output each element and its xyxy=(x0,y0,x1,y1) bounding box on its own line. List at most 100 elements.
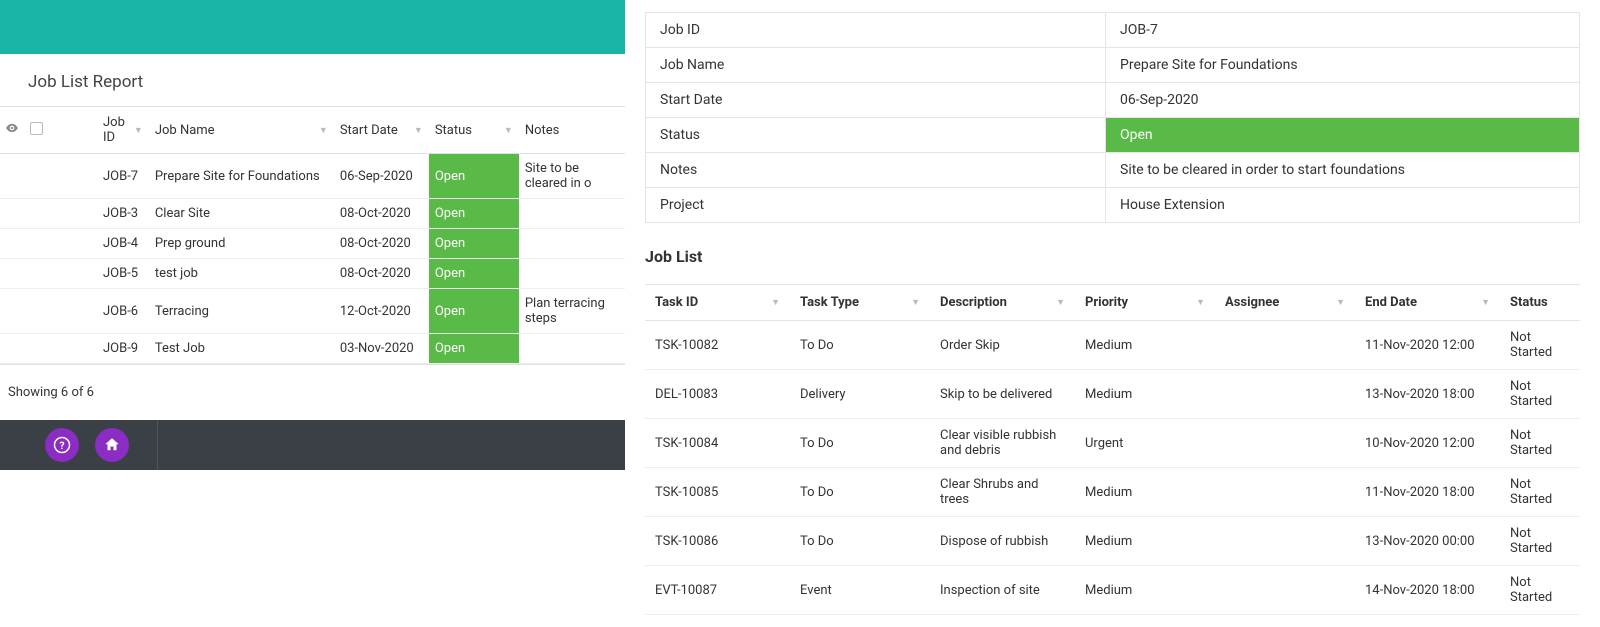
column-header-task-type[interactable]: Task Type▼ xyxy=(790,285,930,321)
sort-arrow-icon: ▼ xyxy=(414,125,423,136)
table-row[interactable]: JOB-4Prep ground08-Oct-2020Open xyxy=(0,229,625,259)
checkbox-cell[interactable] xyxy=(24,229,48,259)
detail-label: Project xyxy=(646,188,1106,223)
detail-label: Notes xyxy=(646,153,1106,188)
column-header-end-date[interactable]: End Date▼ xyxy=(1355,285,1500,321)
detail-row-notes: Notes Site to be cleared in order to sta… xyxy=(646,153,1580,188)
cell-description: Dispose of rubbish xyxy=(930,517,1075,566)
cell-status: Not Started xyxy=(1500,370,1580,419)
cell-description: Inspection of site xyxy=(930,566,1075,615)
table-row[interactable]: JOB-3Clear Site08-Oct-2020Open xyxy=(0,199,625,229)
detail-value-status: Open xyxy=(1106,118,1580,153)
column-header-task-id[interactable]: Task ID▼ xyxy=(645,285,790,321)
table-row[interactable]: TSK-10086To DoDispose of rubbishMedium13… xyxy=(645,517,1580,566)
cell-job-name: Test Job xyxy=(149,334,334,364)
table-row[interactable]: JOB-5test job08-Oct-2020Open xyxy=(0,259,625,289)
detail-value: Prepare Site for Foundations xyxy=(1106,48,1580,83)
column-header-job-id[interactable]: Job ID▼ xyxy=(48,107,149,154)
cell-task-id: TSK-10086 xyxy=(645,517,790,566)
checkbox-cell[interactable] xyxy=(24,199,48,229)
eye-cell[interactable] xyxy=(0,334,24,364)
table-row[interactable]: TSK-10082To DoOrder SkipMedium11-Nov-202… xyxy=(645,321,1580,370)
record-count: Showing 6 of 6 xyxy=(0,364,625,420)
table-row[interactable]: JOB-6Terracing12-Oct-2020OpenPlan terrac… xyxy=(0,289,625,334)
cell-status: Open xyxy=(429,289,519,334)
table-row[interactable]: TSK-10084To DoClear visible rubbish and … xyxy=(645,419,1580,468)
cell-priority: Medium xyxy=(1075,517,1215,566)
table-row[interactable]: DEL-10083DeliverySkip to be deliveredMed… xyxy=(645,370,1580,419)
help-button[interactable]: ? xyxy=(45,428,79,462)
eye-icon xyxy=(5,121,19,135)
eye-cell[interactable] xyxy=(0,199,24,229)
checkbox-cell[interactable] xyxy=(24,154,48,199)
job-detail-table: Job ID JOB-7 Job Name Prepare Site for F… xyxy=(645,12,1580,223)
svg-text:?: ? xyxy=(59,439,64,452)
checkbox-cell[interactable] xyxy=(24,259,48,289)
cell-assignee xyxy=(1215,566,1355,615)
column-header-assignee[interactable]: Assignee▼ xyxy=(1215,285,1355,321)
eye-column-header[interactable] xyxy=(0,107,24,154)
detail-row-start-date: Start Date 06-Sep-2020 xyxy=(646,83,1580,118)
cell-status: Not Started xyxy=(1500,419,1580,468)
eye-cell[interactable] xyxy=(0,259,24,289)
checkbox-cell[interactable] xyxy=(24,289,48,334)
cell-job-id: JOB-7 xyxy=(48,154,149,199)
cell-job-name: Clear Site xyxy=(149,199,334,229)
sort-arrow-icon: ▼ xyxy=(771,297,780,308)
cell-description: Clear Shrubs and trees xyxy=(930,468,1075,517)
detail-label: Start Date xyxy=(646,83,1106,118)
detail-value: House Extension xyxy=(1106,188,1580,223)
sort-arrow-icon: ▼ xyxy=(504,125,513,136)
eye-cell[interactable] xyxy=(0,154,24,199)
cell-description: Clear visible rubbish and debris xyxy=(930,419,1075,468)
cell-assignee xyxy=(1215,468,1355,517)
column-header-notes[interactable]: Notes xyxy=(519,107,625,154)
sort-arrow-icon: ▼ xyxy=(1056,297,1065,308)
cell-status: Open xyxy=(429,259,519,289)
cell-task-type: To Do xyxy=(790,321,930,370)
home-button[interactable] xyxy=(95,428,129,462)
cell-status: Not Started xyxy=(1500,468,1580,517)
table-row[interactable]: EVT-10087EventInspection of siteMedium14… xyxy=(645,566,1580,615)
cell-job-id: JOB-6 xyxy=(48,289,149,334)
cell-start-date: 08-Oct-2020 xyxy=(334,259,429,289)
select-all-checkbox[interactable] xyxy=(30,122,43,135)
eye-cell[interactable] xyxy=(0,229,24,259)
checkbox-cell[interactable] xyxy=(24,334,48,364)
cell-priority: Medium xyxy=(1075,370,1215,419)
cell-status: Open xyxy=(429,199,519,229)
column-header-start-date[interactable]: Start Date▼ xyxy=(334,107,429,154)
cell-end-date: 13-Nov-2020 18:00 xyxy=(1355,370,1500,419)
checkbox-column-header[interactable] xyxy=(24,107,48,154)
detail-label: Status xyxy=(646,118,1106,153)
cell-task-type: To Do xyxy=(790,468,930,517)
cell-job-id: JOB-5 xyxy=(48,259,149,289)
question-icon: ? xyxy=(53,436,71,454)
column-header-status[interactable]: Status▼ xyxy=(429,107,519,154)
column-header-job-name[interactable]: Job Name▼ xyxy=(149,107,334,154)
cell-end-date: 11-Nov-2020 18:00 xyxy=(1355,468,1500,517)
sort-arrow-icon: ▼ xyxy=(319,125,328,136)
teal-header-bar xyxy=(0,0,625,54)
sort-arrow-icon: ▼ xyxy=(911,297,920,308)
column-header-description[interactable]: Description▼ xyxy=(930,285,1075,321)
cell-job-name: Prepare Site for Foundations xyxy=(149,154,334,199)
cell-status: Not Started xyxy=(1500,517,1580,566)
cell-status: Open xyxy=(429,334,519,364)
cell-end-date: 14-Nov-2020 18:00 xyxy=(1355,566,1500,615)
cell-notes: Plan terracing steps xyxy=(519,289,625,334)
cell-start-date: 06-Sep-2020 xyxy=(334,154,429,199)
cell-assignee xyxy=(1215,517,1355,566)
table-row[interactable]: JOB-9Test Job03-Nov-2020Open xyxy=(0,334,625,364)
table-row[interactable]: JOB-7Prepare Site for Foundations06-Sep-… xyxy=(0,154,625,199)
table-row[interactable]: TSK-10085To DoClear Shrubs and treesMedi… xyxy=(645,468,1580,517)
eye-cell[interactable] xyxy=(0,289,24,334)
cell-status: Open xyxy=(429,229,519,259)
column-header-priority[interactable]: Priority▼ xyxy=(1075,285,1215,321)
cell-status: Open xyxy=(429,154,519,199)
cell-end-date: 11-Nov-2020 12:00 xyxy=(1355,321,1500,370)
footer-toolbar: ? xyxy=(0,420,625,470)
cell-notes xyxy=(519,334,625,364)
sort-arrow-icon: ▼ xyxy=(1196,297,1205,308)
column-header-status[interactable]: Status xyxy=(1500,285,1580,321)
